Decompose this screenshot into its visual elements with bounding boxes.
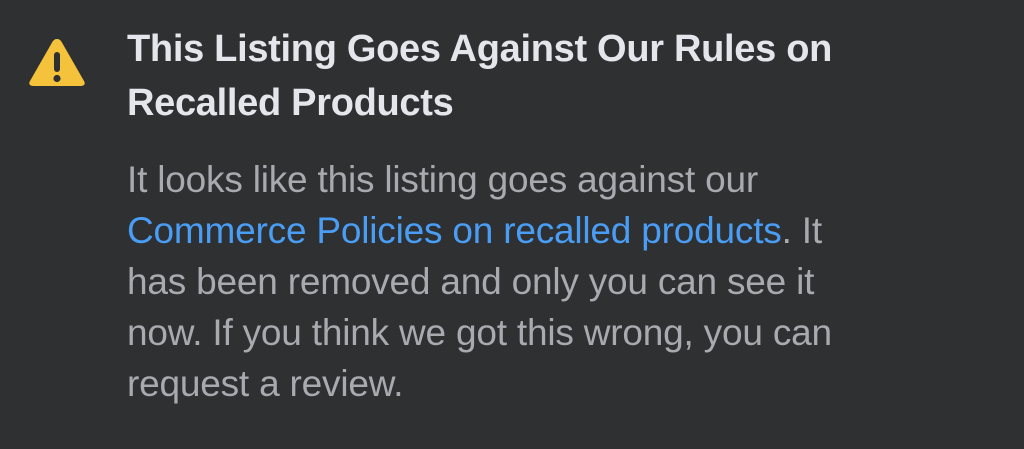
policy-violation-notice: This Listing Goes Against Our Rules on R… [0, 0, 1024, 449]
notice-title-line: Recalled Products [127, 82, 454, 124]
notice-body-line: request a review. [127, 363, 404, 404]
notice-body-line: It looks like this listing goes against … [127, 159, 759, 200]
warning-triangle-icon [27, 36, 87, 88]
notice-content: This Listing Goes Against Our Rules on R… [127, 22, 1007, 409]
notice-body-line: now. If you think we got this wrong, you… [127, 312, 832, 353]
notice-title: This Listing Goes Against Our Rules on R… [127, 22, 927, 130]
notice-body: It looks like this listing goes against … [127, 154, 987, 409]
notice-body-line: Commerce Policies on recalled products. … [127, 205, 987, 256]
commerce-policies-link[interactable]: Commerce Policies on recalled products [127, 210, 782, 251]
notice-title-line: This Listing Goes Against Our Rules on [127, 28, 833, 70]
notice-body-text: . It [781, 210, 823, 251]
notice-body-line: has been removed and only you can see it [127, 261, 815, 302]
